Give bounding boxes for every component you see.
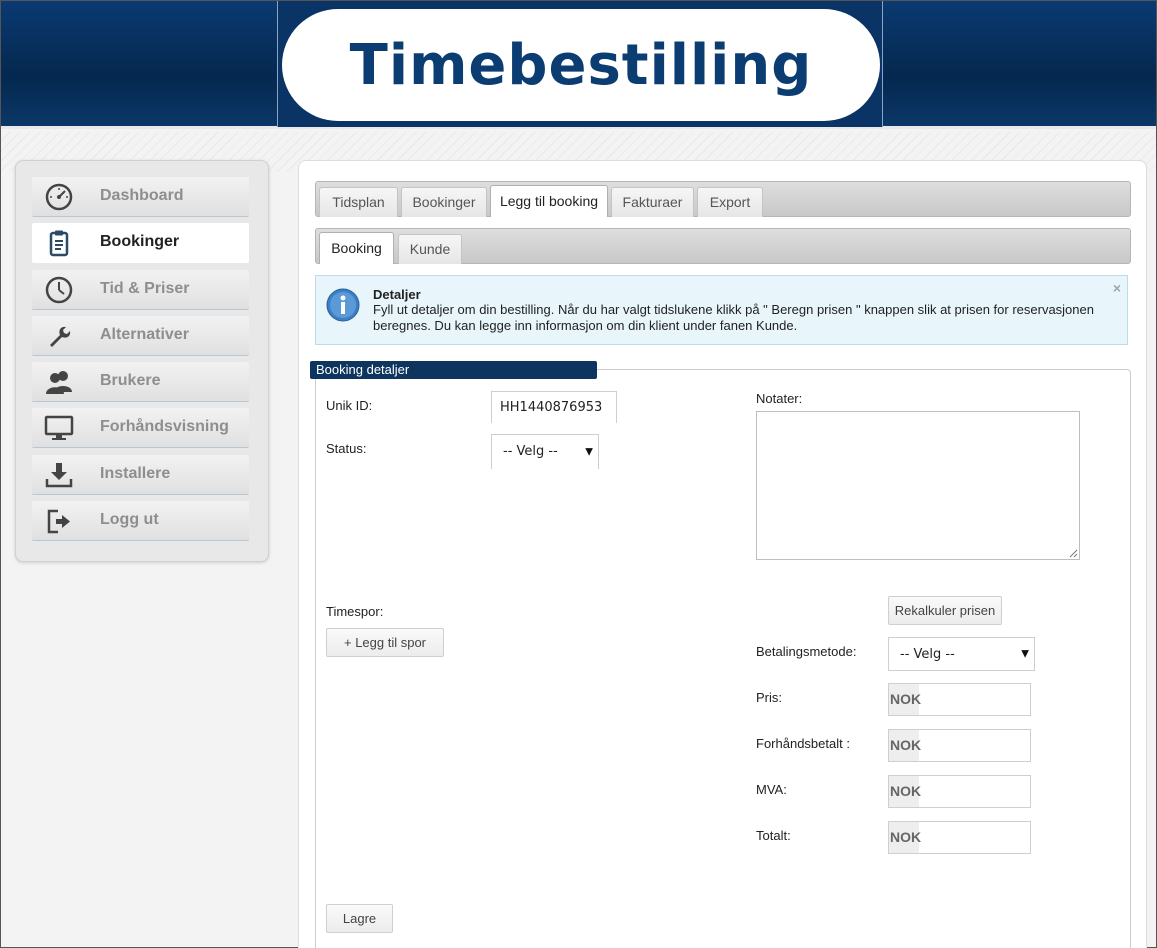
sidebar-item-logg-ut[interactable]: Logg ut <box>32 501 249 542</box>
wrench-icon <box>44 322 74 350</box>
sidebar-item-label: Brukere <box>100 372 161 390</box>
mva-input[interactable] <box>919 776 1030 807</box>
sidebar-item-label: Dashboard <box>100 187 184 204</box>
logo-text: Timebestilling <box>349 32 813 98</box>
betalingsmetode-label: Betalingsmetode: <box>756 644 857 659</box>
sidebar-item-label: Logg ut <box>100 511 159 529</box>
tab-kunde[interactable]: Kunde <box>398 234 462 264</box>
recalculate-price-button[interactable]: Rekalkuler prisen <box>888 596 1002 625</box>
status-select[interactable]: -- Velg -- ▼ <box>491 434 599 469</box>
save-button[interactable]: Lagre <box>326 904 393 933</box>
users-icon <box>44 368 74 396</box>
sidebar-item-label: Forhåndsvisning <box>100 418 229 436</box>
pris-label: Pris: <box>756 690 782 705</box>
chevron-down-icon: ▼ <box>585 446 593 458</box>
mva-label: MVA: <box>756 782 787 797</box>
main-panel: Tidsplan Bookinger Legg til booking Fakt… <box>298 160 1147 948</box>
info-text: Fyll ut detaljer om din bestilling. Når … <box>373 302 1094 333</box>
clipboard-icon <box>44 229 74 257</box>
sidebar-item-installere[interactable]: Installere <box>32 454 249 495</box>
totalt-field: NOK <box>888 821 1031 854</box>
totalt-input[interactable] <box>919 822 1030 853</box>
close-icon[interactable]: × <box>1113 280 1121 296</box>
currency-addon: NOK <box>889 684 921 715</box>
sidebar-item-bookinger[interactable]: Bookinger <box>32 223 249 264</box>
sidebar-item-label: Tid & Priser <box>100 279 190 297</box>
unik-id-label: Unik ID: <box>326 398 373 413</box>
sidebar-item-brukere[interactable]: Brukere <box>32 362 249 403</box>
sidebar-item-forhandsvisning[interactable]: Forhåndsvisning <box>32 408 249 449</box>
chevron-down-icon: ▼ <box>1021 648 1029 660</box>
currency-addon: NOK <box>889 776 921 807</box>
main-tabbar: Tidsplan Bookinger Legg til booking Fakt… <box>315 181 1131 217</box>
tab-export[interactable]: Export <box>697 187 763 217</box>
sidebar-item-tid-priser[interactable]: Tid & Priser <box>32 269 249 310</box>
dashboard-icon <box>44 183 74 211</box>
sidebar-item-label: Installere <box>100 464 171 482</box>
tab-legg-til-booking[interactable]: Legg til booking <box>490 185 608 217</box>
sidebar-item-alternativer[interactable]: Alternativer <box>32 315 249 356</box>
tab-booking[interactable]: Booking <box>319 232 394 264</box>
clock-icon <box>44 276 74 304</box>
logo: Timebestilling <box>282 9 880 121</box>
unik-id-field[interactable]: HH1440876953 <box>491 391 617 423</box>
sidebar: Dashboard Bookinger Tid & Priser Alterna… <box>15 160 269 562</box>
forhandsbetalt-field: NOK <box>888 729 1031 762</box>
tab-fakturaer[interactable]: Fakturaer <box>611 187 694 217</box>
sub-tabbar: Booking Kunde <box>315 228 1131 264</box>
download-icon <box>44 461 74 489</box>
status-select-value: -- Velg -- <box>503 444 558 459</box>
sidebar-item-label: Alternativer <box>100 325 189 343</box>
logout-icon <box>44 507 74 535</box>
payment-method-select[interactable]: -- Velg -- ▼ <box>888 637 1035 671</box>
monitor-icon <box>44 414 74 442</box>
info-title: Detaljer <box>373 287 421 302</box>
status-label: Status: <box>326 441 367 456</box>
pris-field: NOK <box>888 683 1031 716</box>
totalt-label: Totalt: <box>756 828 791 843</box>
notater-label: Notater: <box>756 391 803 406</box>
timespor-label: Timespor: <box>326 604 384 619</box>
tab-bookinger[interactable]: Bookinger <box>401 187 487 217</box>
tab-tidsplan[interactable]: Tidsplan <box>319 187 398 217</box>
fieldset-legend: Booking detaljer <box>310 361 597 379</box>
forhandsbetalt-input[interactable] <box>919 730 1030 761</box>
resize-handle-icon[interactable] <box>1069 549 1078 558</box>
notater-textarea[interactable] <box>756 411 1080 560</box>
info-box: Detaljer Fyll ut detaljer om din bestill… <box>315 275 1128 345</box>
add-slot-button[interactable]: + Legg til spor <box>326 628 444 657</box>
currency-addon: NOK <box>889 822 921 853</box>
sidebar-item-dashboard[interactable]: Dashboard <box>32 177 249 217</box>
payment-method-value: -- Velg -- <box>900 647 955 662</box>
mva-field: NOK <box>888 775 1031 808</box>
currency-addon: NOK <box>889 730 921 761</box>
forhandsbetalt-label: Forhåndsbetalt : <box>756 736 850 751</box>
info-icon <box>326 288 360 322</box>
pris-input[interactable] <box>919 684 1030 715</box>
header: Timebestilling <box>1 1 1156 129</box>
logo-frame: Timebestilling <box>277 1 883 127</box>
sidebar-item-label: Bookinger <box>100 233 180 251</box>
